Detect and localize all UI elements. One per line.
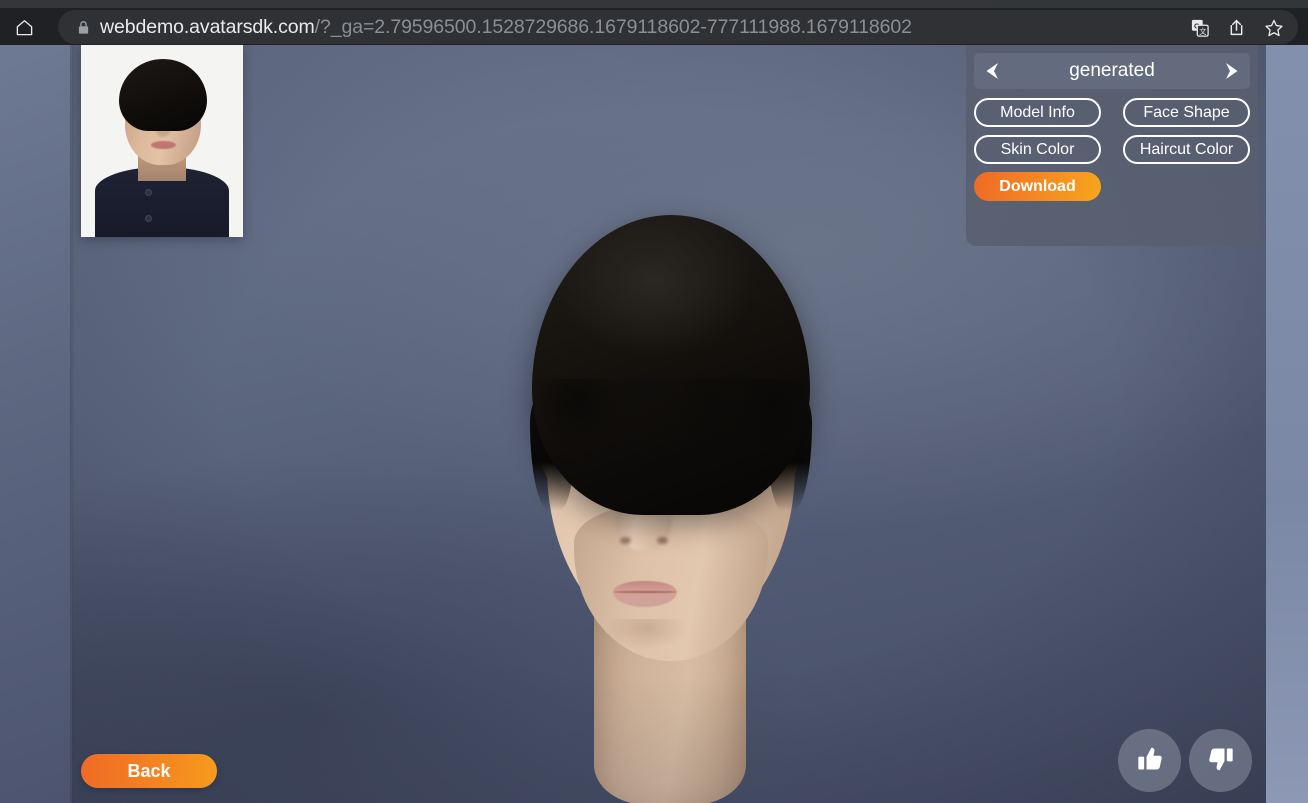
photo-collar-button-top: [145, 189, 152, 196]
url-path: /?_ga=2.79596500.1528729686.1679118602-7…: [314, 16, 912, 38]
chevron-right-icon[interactable]: [1210, 53, 1250, 89]
avatar-control-panel: generated Model Info Face Shape Skin Col…: [966, 45, 1258, 246]
lock-icon[interactable]: [74, 18, 92, 36]
viewport-left-seam: [70, 45, 74, 803]
back-button[interactable]: Back: [81, 754, 217, 788]
url-text[interactable]: webdemo.avatarsdk.com/?_ga=2.79596500.15…: [100, 10, 912, 44]
feedback-buttons: [1118, 729, 1252, 792]
browser-tab-active[interactable]: [0, 0, 995, 8]
photo-mouth: [151, 141, 176, 149]
avatar-selector-nav: generated: [974, 53, 1250, 89]
tab-strip: [0, 0, 1308, 8]
source-photo-thumbnail[interactable]: [81, 45, 243, 237]
avatar-name-label: generated: [1069, 60, 1155, 81]
avatar-3d-model[interactable]: [470, 203, 870, 803]
panel-button-grid: Model Info Face Shape Skin Color Haircut…: [974, 98, 1250, 201]
translate-icon[interactable]: G 文: [1189, 17, 1210, 38]
avatar-lip-line: [613, 591, 677, 593]
share-icon[interactable]: [1226, 17, 1247, 38]
avatar-nostril-left: [620, 537, 631, 544]
download-button[interactable]: Download: [974, 172, 1101, 201]
thumbs-up-button[interactable]: [1118, 729, 1181, 792]
skin-color-button[interactable]: Skin Color: [974, 135, 1101, 164]
model-info-button[interactable]: Model Info: [974, 98, 1101, 127]
page-left-gutter: [0, 45, 73, 803]
photo-hair: [119, 59, 207, 131]
haircut-color-button[interactable]: Haircut Color: [1123, 135, 1250, 164]
page-right-gutter: [1265, 45, 1308, 803]
browser-chrome: webdemo.avatarsdk.com/?_ga=2.79596500.15…: [0, 0, 1308, 45]
avatar-chin-shading: [606, 619, 686, 649]
bookmark-star-icon[interactable]: [1263, 17, 1284, 38]
svg-text:文: 文: [1199, 26, 1206, 35]
thumbs-down-icon: [1207, 745, 1235, 776]
thumbs-down-button[interactable]: [1189, 729, 1252, 792]
browser-toolbar: webdemo.avatarsdk.com/?_ga=2.79596500.15…: [0, 8, 1308, 45]
avatar-nostril-right: [657, 537, 668, 544]
thumbs-up-icon: [1136, 745, 1164, 776]
home-icon[interactable]: [8, 12, 40, 42]
address-bar[interactable]: webdemo.avatarsdk.com/?_ga=2.79596500.15…: [58, 10, 1298, 44]
chevron-left-icon[interactable]: [974, 53, 1014, 89]
photo-collar-button-bottom: [145, 215, 152, 222]
source-photo-portrait: [81, 45, 243, 237]
web-page-body: generated Model Info Face Shape Skin Col…: [0, 45, 1308, 803]
face-shape-button[interactable]: Face Shape: [1123, 98, 1250, 127]
url-host: webdemo.avatarsdk.com: [100, 16, 315, 38]
